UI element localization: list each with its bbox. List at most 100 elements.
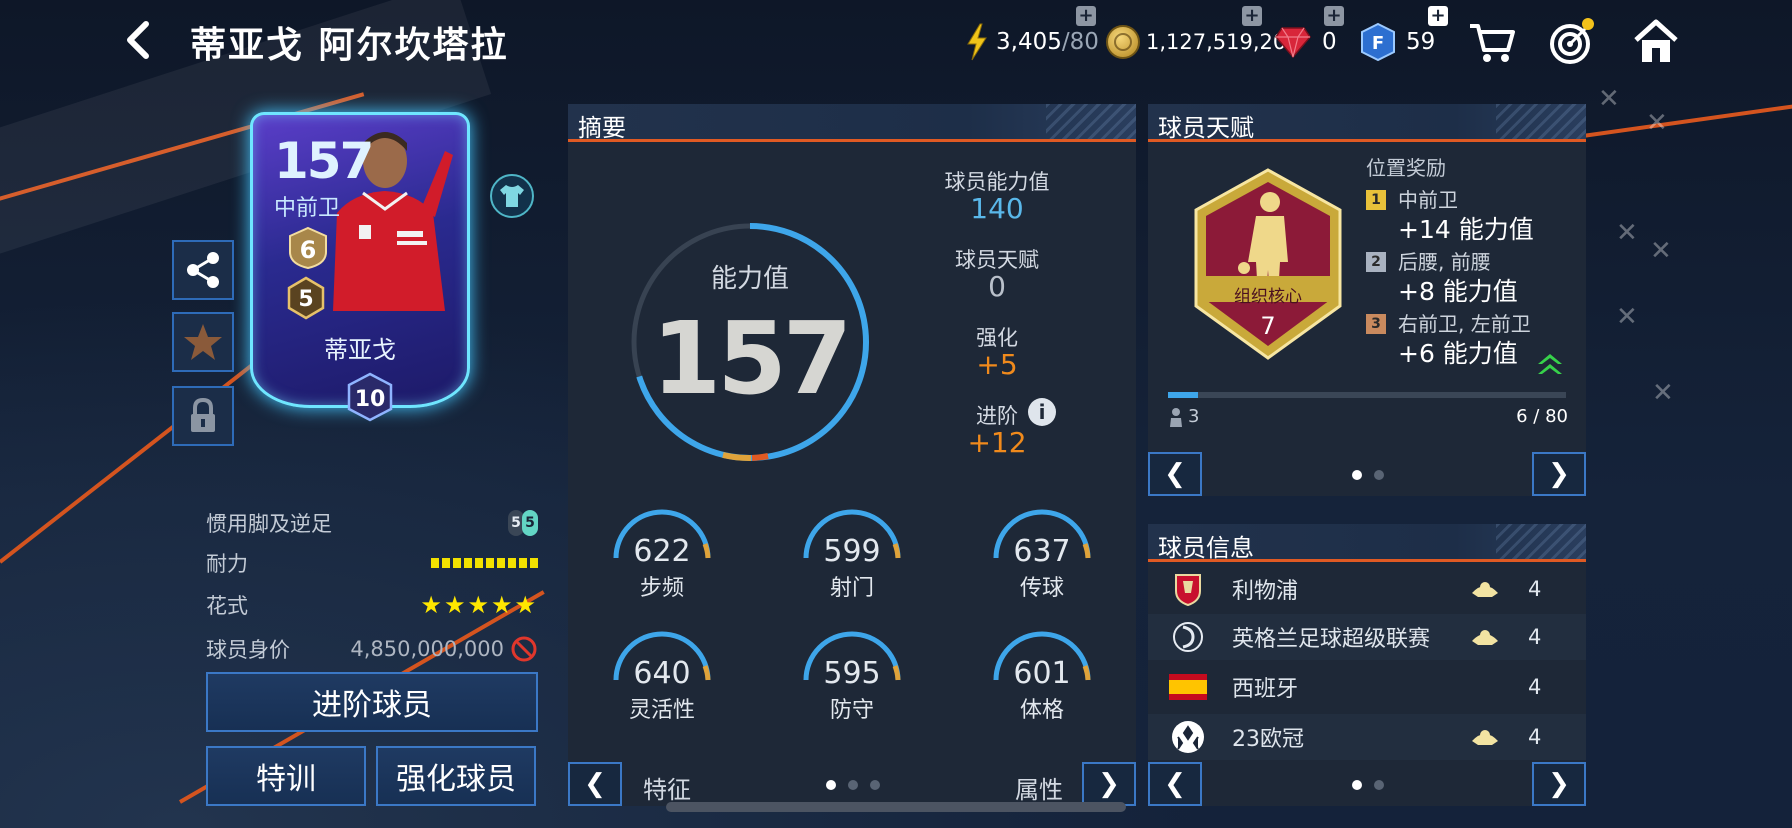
top-bar: 蒂亚戈 阿尔坎塔拉 3,405/80 + 1,127,519,202 + 0 +…	[0, 0, 1792, 86]
card-rating: 157	[274, 132, 374, 190]
talent-progress-track	[1168, 392, 1566, 398]
coin-icon	[1106, 25, 1140, 59]
hexagon-level-icon: 10	[347, 372, 393, 422]
energy-max: /80	[1061, 29, 1099, 55]
gems-value: 0	[1322, 29, 1337, 55]
attribute-gauge[interactable]: 601 体格	[988, 628, 1096, 723]
attribute-value: 599	[823, 534, 881, 569]
summary-prev-button[interactable]: ❮	[568, 762, 622, 806]
not-tradable-icon	[511, 636, 537, 662]
lock-button[interactable]	[172, 386, 234, 446]
objectives-button[interactable]	[1546, 16, 1598, 68]
value-label: 球员身价	[206, 638, 290, 662]
player-info-row[interactable]: 英格兰足球超级联赛 4	[1148, 614, 1586, 660]
bonus-positions: 右前卫, 左前卫	[1398, 312, 1531, 336]
attributes-tab[interactable]: 属性	[1004, 770, 1074, 805]
attribute-gauge[interactable]: 622 步频	[608, 506, 716, 601]
gem-icon	[1275, 27, 1311, 59]
fifa-points-value: 59	[1406, 29, 1436, 55]
player-info-row[interactable]: 利物浦 4	[1148, 566, 1586, 612]
training-badge: 5	[286, 276, 326, 320]
card-position: 中前卫	[274, 196, 341, 221]
bonus-value: +6 能力值	[1398, 339, 1518, 368]
home-button[interactable]	[1630, 16, 1682, 68]
summary-next-button[interactable]: ❯	[1082, 762, 1136, 806]
info-page-dots	[1352, 780, 1384, 790]
talent-badge-name: 组织核心	[1234, 287, 1302, 307]
foot-row: 惯用脚及逆足 5 5	[206, 506, 538, 540]
back-button[interactable]	[118, 18, 158, 62]
attribute-gauge[interactable]: 637 传球	[988, 506, 1096, 601]
summary-header: 摘要	[568, 104, 1136, 142]
energy-value: 3,405	[996, 29, 1062, 55]
info-row-name: 23欧冠	[1232, 727, 1304, 752]
stamina-label: 耐力	[206, 552, 248, 576]
favorite-button[interactable]	[172, 312, 234, 372]
attribute-label: 灵活性	[628, 698, 695, 723]
add-coins-button[interactable]: +	[1242, 6, 1262, 26]
attribute-gauge[interactable]: 599 射门	[798, 506, 906, 601]
champions-league-icon	[1172, 721, 1204, 753]
attribute-gauge[interactable]: 640 灵活性	[608, 628, 716, 723]
player-card[interactable]: 157 中前卫 6 5 蒂亚戈 10	[236, 108, 534, 426]
attribute-value: 595	[823, 656, 881, 691]
fifa-points-counter[interactable]: F 59 +	[1360, 6, 1448, 64]
premier-league-icon	[1173, 622, 1203, 652]
talent-next-button[interactable]: ❯	[1532, 452, 1586, 496]
summary-page-dots	[826, 780, 880, 790]
bonus-positions: 中前卫	[1398, 188, 1458, 212]
info-prev-button[interactable]: ❮	[1148, 762, 1202, 806]
attribute-label: 体格	[1019, 698, 1064, 723]
attribute-value: 622	[633, 534, 691, 569]
value-group: 4,850,000,000	[350, 635, 538, 663]
share-button[interactable]	[172, 240, 234, 300]
coins-counter[interactable]: 1,127,519,202 +	[1106, 6, 1300, 64]
bonus-rank: 3	[1366, 314, 1386, 334]
ovr-value: 157	[651, 300, 853, 417]
train-button[interactable]: 特训	[206, 746, 366, 806]
info-next-button[interactable]: ❯	[1532, 762, 1586, 806]
bonus-value: +8 能力值	[1398, 277, 1518, 306]
add-gems-button[interactable]: +	[1324, 6, 1344, 26]
skill-stars: ★★★★★	[420, 591, 538, 619]
add-energy-button[interactable]: +	[1076, 6, 1096, 26]
page-scrollbar[interactable]	[666, 802, 1126, 812]
store-button[interactable]	[1466, 16, 1518, 68]
add-fifa-points-button[interactable]: +	[1428, 6, 1448, 26]
bonus-value: +14 能力值	[1398, 215, 1534, 244]
boost-button[interactable]: 强化球员	[376, 746, 536, 806]
chemistry-icon	[1472, 582, 1498, 597]
spain-flag-icon	[1169, 674, 1207, 700]
svg-text:5: 5	[298, 287, 313, 312]
svg-text:F: F	[1372, 33, 1384, 54]
info-row-name: 英格兰足球超级联赛	[1232, 627, 1431, 652]
chemistry-icon	[1472, 730, 1498, 745]
energy-counter[interactable]: 3,405/80 +	[964, 6, 1099, 64]
rank-up-button[interactable]: 进阶球员	[206, 672, 538, 732]
info-row-name: 利物浦	[1232, 579, 1299, 604]
info-row-count: 4	[1528, 725, 1542, 749]
rank-badge: 6	[286, 226, 330, 270]
gems-counter[interactable]: 0 +	[1274, 6, 1344, 64]
hexagon-badge-icon: 5	[287, 276, 325, 320]
attribute-label: 防守	[829, 698, 874, 723]
value-row: 球员身价 4,850,000,000	[206, 632, 538, 666]
bonus-positions: 后腰, 前腰	[1398, 250, 1491, 274]
info-row-count: 4	[1528, 625, 1542, 649]
card-name: 蒂亚戈	[324, 336, 396, 364]
attribute-label: 射门	[829, 576, 874, 601]
skill-label: 花式	[206, 594, 248, 618]
cart-icon	[1470, 24, 1515, 62]
player-info-row[interactable]: 西班牙 4	[1148, 664, 1586, 710]
jersey-icon	[500, 185, 524, 207]
attribute-gauge[interactable]: 595 防守	[798, 628, 906, 723]
home-icon	[1634, 19, 1678, 62]
info-icon[interactable]: i	[1028, 398, 1056, 426]
traits-tab[interactable]: 特征	[632, 770, 702, 805]
fifa-points-icon: F	[1361, 22, 1395, 62]
player-icon	[1170, 407, 1182, 427]
kit-button[interactable]	[490, 174, 534, 218]
talent-progress-fill	[1168, 392, 1198, 398]
player-info-row[interactable]: 23欧冠 4	[1148, 714, 1586, 760]
talent-prev-button[interactable]: ❮	[1148, 452, 1202, 496]
